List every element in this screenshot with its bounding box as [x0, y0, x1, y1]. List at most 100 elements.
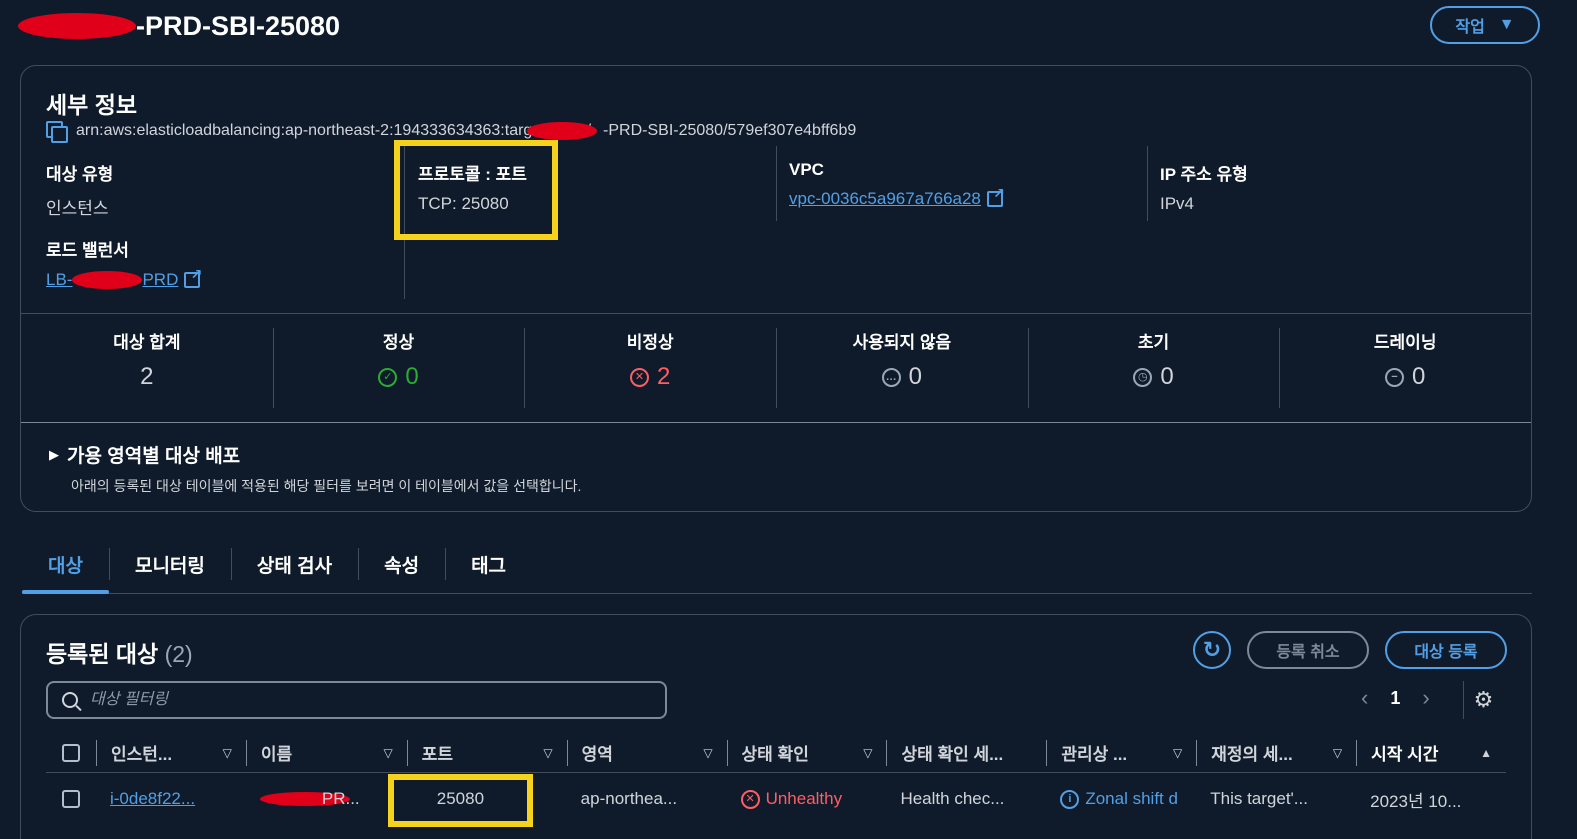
refresh-icon: ↻	[1202, 637, 1222, 662]
start-time-cell: 2023년 10...	[1370, 791, 1462, 811]
tab-targets[interactable]: 대상	[22, 540, 109, 594]
stat-label: 정상	[382, 333, 415, 352]
caret-right-icon[interactable]: ▶	[49, 447, 59, 463]
table-row[interactable]: i-0de8f22... PR... 25080 ap-northea... ✕…	[46, 775, 1506, 823]
target-stats: 대상 합계 2 정상 ✓ 0 비정상 ✕ 2 사용되지 않음 … 0 초기 ◷ 0 드레…	[21, 314, 1531, 422]
deregister-button[interactable]: 등록 취소	[1247, 631, 1369, 669]
column-header[interactable]: 관리상 ... ▽	[1046, 739, 1196, 766]
stat-initial: 초기 ◷ 0	[1027, 314, 1280, 422]
chevron-left-icon[interactable]: ‹	[1361, 685, 1368, 711]
stat-value: 0	[1160, 363, 1174, 390]
tab-health-checks[interactable]: 상태 검사	[230, 540, 358, 588]
stat-label: 대상 합계	[113, 333, 181, 352]
instance-name: PR...	[246, 789, 407, 809]
targets-count: (2)	[164, 641, 193, 667]
redaction-mark	[527, 122, 598, 140]
targets-title: 등록된 대상 (2)	[46, 635, 193, 669]
stat-total: 대상 합계 2	[21, 314, 273, 422]
x-circle-icon: ✕	[630, 367, 649, 387]
external-link-icon	[184, 266, 202, 288]
stat-value: 0	[405, 363, 419, 390]
external-link-icon	[986, 185, 1005, 207]
refresh-button[interactable]: ↻	[1193, 631, 1231, 669]
load-balancer-suffix: PRD	[142, 270, 179, 289]
stat-healthy: 정상 ✓ 0	[272, 314, 525, 422]
tab-tags[interactable]: 태그	[445, 540, 532, 588]
stat-draining: 드레이닝 −0	[1279, 314, 1531, 422]
gear-icon[interactable]: ⚙	[1463, 681, 1503, 719]
stat-unhealthy: 비정상 ✕ 2	[524, 314, 776, 422]
target-type-field: 대상 유형 인스턴스	[46, 160, 113, 219]
registered-targets-panel: 등록된 대상 (2) ↻ 등록 취소 대상 등록 ‹ 1 › ⚙ 인스턴...▽…	[20, 614, 1532, 839]
actions-dropdown-button[interactable]: 작업 ▼	[1430, 6, 1540, 44]
divider	[21, 422, 1531, 423]
chevron-right-icon[interactable]: ›	[1422, 685, 1429, 711]
zone-cell: ap-northea...	[580, 789, 678, 808]
az-distribution-section[interactable]: ▶ 가용 영역별 대상 배포 아래의 등록된 대상 테이블에 적용된 해당 필터를…	[49, 441, 581, 496]
ip-type-value: IPv4	[1160, 194, 1195, 213]
arn-prefix: arn:aws:elasticloadbalancing:ap-northeas…	[76, 122, 592, 139]
sort-icon: ▽	[863, 745, 873, 760]
health-status-cell: ✕ Unhealthy	[727, 789, 887, 809]
sort-icon: ▽	[1172, 745, 1183, 760]
az-title: 가용 영역별 대상 배포	[67, 446, 241, 467]
targets-title-text: 등록된 대상	[46, 641, 159, 667]
column-header[interactable]: 이름 ▽	[245, 739, 407, 766]
target-type-value: 인스턴스	[46, 199, 109, 218]
table-header: 인스턴... ▽ 이름 ▽ 포트 ▽ 영역 ▽ 상태 확인 ▽ 상태 확인 세... 관리…	[46, 733, 1506, 773]
clock-icon: ◷	[1133, 367, 1153, 387]
column-header[interactable]: 영역 ▽	[566, 739, 727, 766]
details-title: 세부 정보	[46, 92, 138, 118]
column-header[interactable]: 재정의 세... ▽	[1196, 739, 1356, 766]
page-title-text: -PRD-SBI-25080	[136, 10, 341, 41]
column-header[interactable]: 상태 확인 ▽	[726, 739, 887, 766]
copy-icon[interactable]	[46, 121, 68, 143]
sort-icon: ▽	[543, 745, 553, 760]
register-targets-button[interactable]: 대상 등록	[1385, 631, 1507, 669]
instance-id-link[interactable]: i-0de8f22...	[96, 789, 246, 809]
column-header[interactable]: 상태 확인 세...	[886, 739, 1046, 766]
actions-label: 작업	[1455, 19, 1485, 36]
admin-override-cell[interactable]: i Zonal shift d	[1046, 789, 1196, 809]
sort-icon: ▽	[703, 745, 713, 760]
stat-value: 0	[1412, 363, 1426, 390]
column-header[interactable]: 인스턴... ▽	[95, 739, 246, 766]
vpc-id: vpc-0036c5a967a766a28	[789, 189, 981, 208]
minus-circle-icon: −	[1385, 367, 1405, 387]
load-balancer-prefix: LB-	[46, 270, 73, 289]
ip-type-field: IP 주소 유형 IPv4	[1160, 160, 1248, 214]
row-checkbox[interactable]	[46, 790, 96, 808]
page-header: -PRD-SBI-25080	[18, 6, 340, 46]
divider	[1147, 146, 1148, 221]
stat-label: 비정상	[626, 333, 674, 352]
divider	[776, 146, 777, 221]
stat-value: 2	[657, 363, 671, 390]
tab-attributes[interactable]: 속성	[358, 540, 445, 588]
override-detail-cell: This target'...	[1210, 789, 1308, 808]
highlight-box	[394, 140, 558, 240]
stat-label: 사용되지 않음	[852, 333, 952, 352]
vpc-field: VPC vpc-0036c5a967a766a28	[789, 160, 1005, 209]
vpc-label: VPC	[789, 160, 824, 179]
select-all-checkbox[interactable]	[46, 740, 96, 766]
tab-monitoring[interactable]: 모니터링	[108, 540, 231, 588]
target-filter-input[interactable]	[90, 691, 630, 709]
column-header[interactable]: 포트 ▽	[406, 739, 567, 766]
ip-type-label: IP 주소 유형	[1160, 165, 1248, 184]
load-balancer-label: 로드 밸런서	[46, 241, 129, 260]
redaction-mark	[72, 271, 143, 289]
sort-icon: ▽	[1332, 745, 1343, 760]
caret-down-icon: ▼	[1498, 16, 1515, 33]
x-circle-icon: ✕	[740, 789, 760, 809]
az-description: 아래의 등록된 대상 테이블에 적용된 해당 필터를 보려면 이 테이블에서 값…	[71, 478, 582, 494]
load-balancer-link[interactable]: LB- PRD	[46, 266, 202, 290]
vpc-link[interactable]: vpc-0036c5a967a766a28	[789, 185, 1005, 209]
target-filter[interactable]	[46, 681, 667, 719]
page-number[interactable]: 1	[1390, 688, 1400, 709]
arn-row: arn:aws:elasticloadbalancing:ap-northeas…	[46, 121, 856, 143]
details-panel: 세부 정보 arn:aws:elasticloadbalancing:ap-no…	[20, 65, 1532, 512]
highlight-box	[388, 774, 533, 827]
load-balancer-field: 로드 밸런서 LB- PRD	[46, 236, 202, 290]
sort-ascending-icon: ▲	[1480, 745, 1492, 760]
column-header[interactable]: 시작 시간 ▲	[1356, 739, 1506, 766]
